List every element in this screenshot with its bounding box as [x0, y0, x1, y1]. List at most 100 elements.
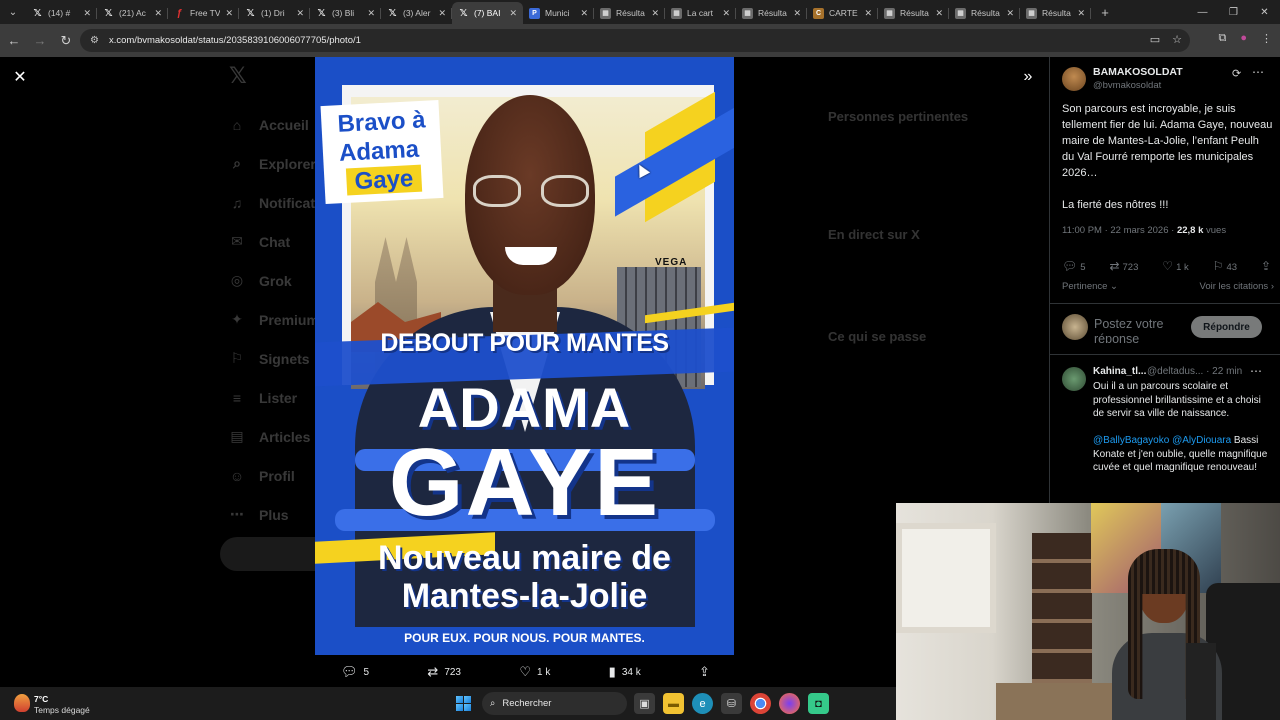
more-options-icon[interactable]: ⋯: [1250, 364, 1262, 378]
weather-temperature[interactable]: 7°C: [34, 694, 48, 704]
expand-panel-button[interactable]: »: [1018, 67, 1038, 87]
share-action[interactable]: ⇪: [699, 664, 710, 680]
browser-tab[interactable]: ▦ Résulta ✕: [949, 2, 1020, 24]
repost-stat[interactable]: ⇄ 723: [1109, 259, 1138, 273]
close-tab-icon[interactable]: ✕: [1077, 8, 1085, 19]
views-action[interactable]: ▮ 34 k: [609, 664, 641, 680]
close-window-icon[interactable]: ✕: [1249, 0, 1280, 24]
start-button[interactable]: [456, 696, 471, 711]
browser-menu-icon[interactable]: ⋮: [1261, 32, 1272, 45]
sort-dropdown[interactable]: Pertinence ⌄: [1062, 281, 1118, 292]
address-url[interactable]: x.com/bvmakosoldat/status/20358391060060…: [109, 35, 361, 46]
back-button[interactable]: ←: [2, 29, 26, 53]
site-info-icon[interactable]: ⚙: [90, 35, 99, 46]
tab-title: (1) Dri: [261, 8, 285, 18]
more-options-icon[interactable]: ⋯: [1252, 65, 1264, 79]
reply-icon: 💬︎: [1062, 259, 1078, 273]
x-logo-icon: 𝕏: [246, 7, 255, 19]
view-quotes-link[interactable]: Voir les citations ›: [1200, 281, 1274, 292]
browser-tab[interactable]: ▦ La cart ✕: [665, 2, 736, 24]
profile-icon[interactable]: ●: [1240, 32, 1247, 45]
close-tab-icon[interactable]: ✕: [1006, 8, 1014, 19]
close-media-button[interactable]: ✕: [10, 67, 30, 87]
extensions-icon[interactable]: ⧉: [1218, 32, 1226, 45]
close-tab-icon[interactable]: ✕: [651, 8, 659, 19]
results-icon: ▦: [600, 7, 611, 19]
maximize-icon[interactable]: ❐: [1218, 0, 1249, 24]
list-item[interactable]: Kahina_tl... @deltadus... · 22 min ⋯ Oui…: [1050, 357, 1280, 507]
repost-action[interactable]: ⇄ 723: [427, 664, 461, 680]
background-heading: Ce qui se passe: [828, 329, 927, 344]
browser-tab[interactable]: ▦ Résulta ✕: [594, 2, 665, 24]
app-icon[interactable]: ◘: [808, 693, 829, 714]
tweet-author-row: BAMAKOSOLDAT @bvmakosoldat ⟳ ⋯: [1062, 65, 1274, 95]
close-tab-icon[interactable]: ✕: [935, 8, 943, 19]
reply-input[interactable]: Postez votre réponse: [1094, 317, 1194, 343]
browser-tab[interactable]: ▦ Résulta ✕: [878, 2, 949, 24]
close-tab-icon[interactable]: ✕: [83, 8, 91, 19]
bookmark-star-icon[interactable]: ☆: [1172, 33, 1182, 46]
file-explorer-icon[interactable]: ▬: [663, 693, 684, 714]
avatar[interactable]: [1062, 367, 1086, 391]
reply-action[interactable]: 💬︎ 5: [341, 664, 369, 680]
close-tab-icon[interactable]: ✕: [438, 8, 446, 19]
reload-button[interactable]: ↻: [54, 29, 78, 53]
reply-stat[interactable]: 💬︎ 5: [1062, 259, 1086, 273]
article-icon: ▤: [230, 428, 244, 444]
weather-icon[interactable]: [14, 694, 30, 712]
browser-tab[interactable]: ▦ Résulta ✕: [1020, 2, 1091, 24]
x-logo-icon: 𝕏: [33, 7, 42, 19]
grok-explain-icon[interactable]: ⟳: [1232, 67, 1241, 80]
grok-icon: ◎: [230, 272, 244, 288]
bookmark-stat[interactable]: ⚐ 43: [1213, 259, 1237, 273]
browser-tab[interactable]: 𝕏 (3) Bli ✕: [310, 2, 381, 24]
weather-description[interactable]: Temps dégagé: [34, 705, 90, 715]
taskbar-search[interactable]: ⌕ Rechercher: [482, 692, 627, 715]
tab-title: Résulta: [971, 8, 1000, 18]
address-bar[interactable]: ⚙ x.com/bvmakosoldat/status/203583910600…: [80, 29, 1190, 52]
close-tab-icon[interactable]: ✕: [793, 8, 801, 19]
reply-submit-button[interactable]: Répondre: [1191, 316, 1262, 338]
author-name[interactable]: BAMAKOSOLDAT: [1093, 66, 1183, 78]
tab-title: Résulta: [900, 8, 929, 18]
browser-tab[interactable]: ƒ Free TV ✕: [168, 2, 239, 24]
like-stat[interactable]: ♡ 1 k: [1162, 259, 1188, 273]
firefox-icon[interactable]: [779, 693, 800, 714]
cast-icon[interactable]: ▭: [1150, 33, 1160, 46]
browser-tab[interactable]: ▦ Résulta ✕: [736, 2, 807, 24]
close-tab-icon[interactable]: ✕: [580, 8, 588, 19]
reply-author-name[interactable]: Kahina_tl...: [1093, 366, 1146, 377]
mention-link[interactable]: @AlyDiouara: [1172, 435, 1231, 446]
chrome-icon[interactable]: [750, 693, 771, 714]
reply-author-handle[interactable]: @deltadus... · 22 min: [1147, 366, 1242, 377]
task-view-icon[interactable]: ▣: [634, 693, 655, 714]
search-icon: ⌕: [490, 698, 496, 709]
media-action-bar: 💬︎ 5 ⇄ 723 ♡ 1 k ▮ 34 k ⇪: [315, 659, 734, 685]
minimize-icon[interactable]: —: [1187, 0, 1218, 24]
close-tab-icon[interactable]: ✕: [296, 8, 304, 19]
browser-tab[interactable]: 𝕏 (7) BAI ✕: [452, 2, 523, 24]
tab-search-menu-icon[interactable]: ⌄: [0, 0, 26, 24]
close-tab-icon[interactable]: ✕: [154, 8, 162, 19]
like-action[interactable]: ♡ 1 k: [519, 664, 550, 680]
browser-tab[interactable]: 𝕏 (14) # ✕: [26, 2, 97, 24]
close-tab-icon[interactable]: ✕: [864, 8, 872, 19]
browser-tab[interactable]: P Munici ✕: [523, 2, 594, 24]
store-icon[interactable]: ⛁: [721, 693, 742, 714]
edge-icon[interactable]: e: [692, 693, 713, 714]
author-handle[interactable]: @bvmakosoldat: [1093, 80, 1161, 91]
new-tab-button[interactable]: +: [1095, 5, 1115, 20]
close-tab-icon[interactable]: ✕: [722, 8, 730, 19]
share-stat[interactable]: ⇪: [1261, 259, 1274, 273]
avatar[interactable]: [1062, 67, 1086, 91]
close-tab-icon[interactable]: ✕: [367, 8, 375, 19]
media-poster-image[interactable]: VEGA Bravo à Adama Gaye DEBOUT POUR MANT…: [315, 57, 734, 655]
mention-link[interactable]: @BallyBagayoko: [1093, 435, 1169, 446]
browser-tab[interactable]: 𝕏 (3) Aler ✕: [381, 2, 452, 24]
forward-button[interactable]: →: [28, 29, 52, 53]
close-tab-icon[interactable]: ✕: [509, 8, 517, 19]
browser-tab[interactable]: 𝕏 (21) Ac ✕: [97, 2, 168, 24]
close-tab-icon[interactable]: ✕: [225, 8, 233, 19]
browser-tab[interactable]: C CARTE ✕: [807, 2, 878, 24]
browser-tab[interactable]: 𝕏 (1) Dri ✕: [239, 2, 310, 24]
